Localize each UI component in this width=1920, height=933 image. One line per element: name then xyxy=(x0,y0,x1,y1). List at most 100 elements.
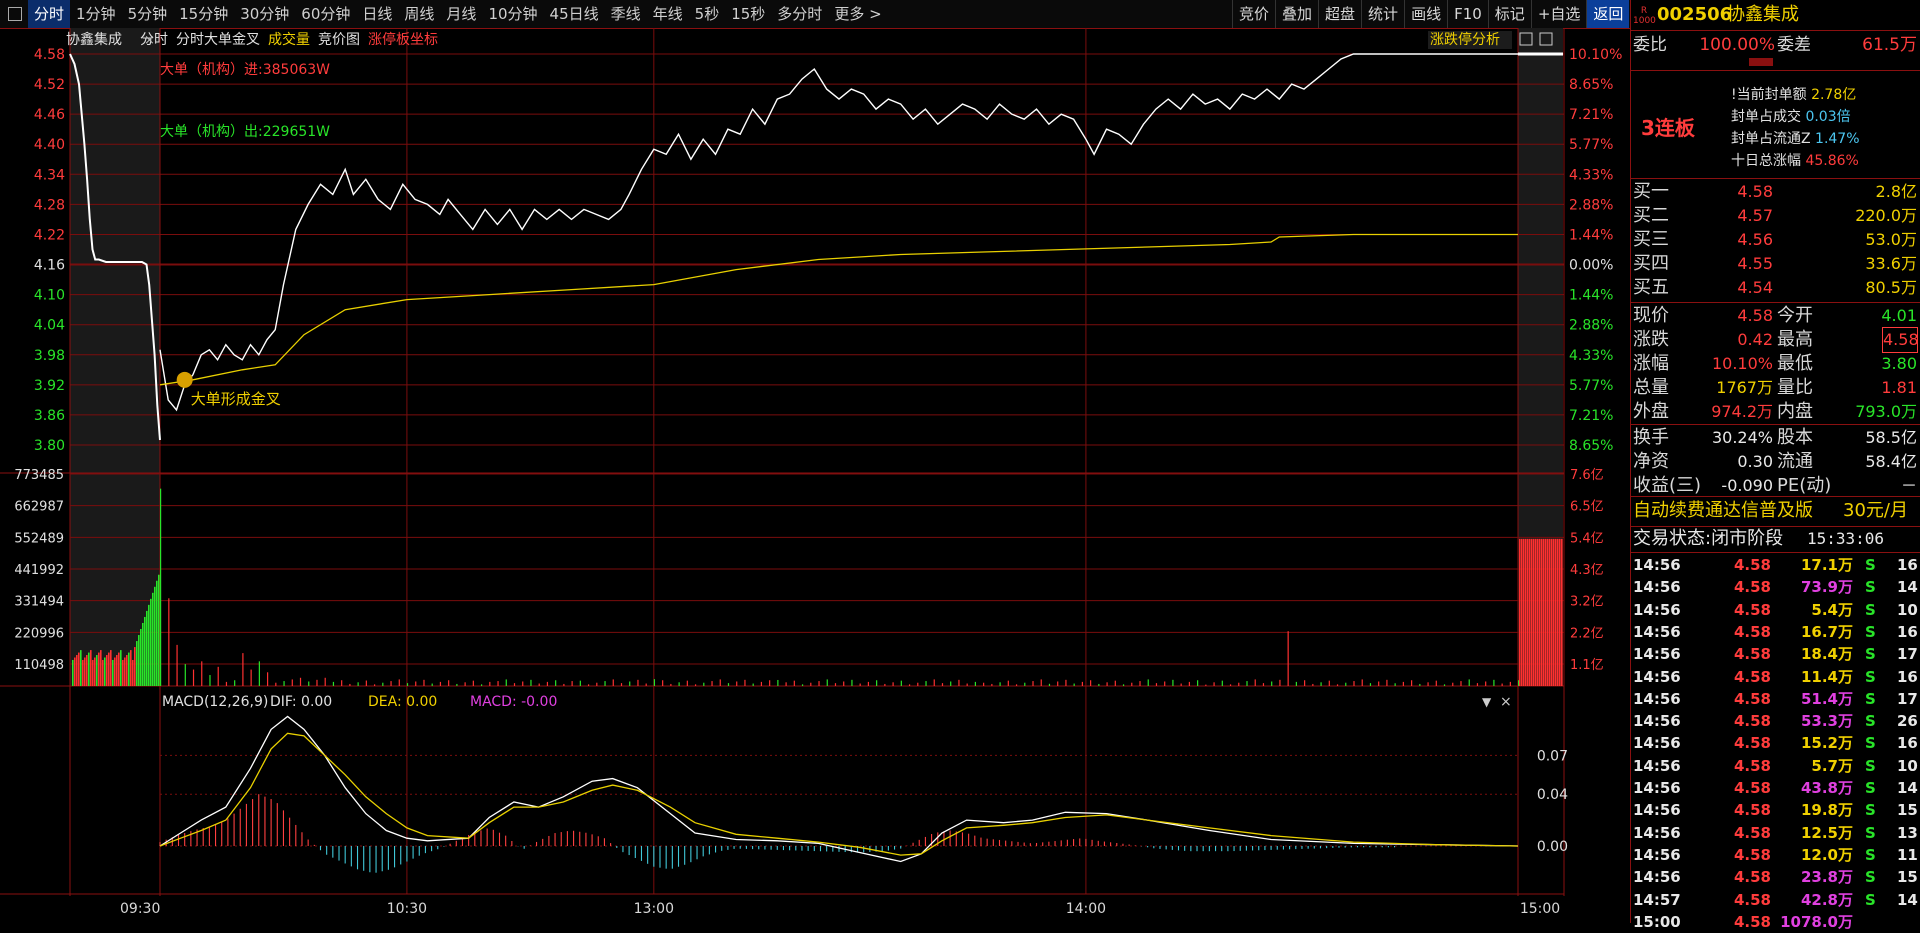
volume-bar xyxy=(1312,683,1314,686)
auction-volume-bar xyxy=(118,652,120,686)
volume-bar xyxy=(1139,681,1141,686)
tool-button[interactable]: 超盘 xyxy=(1318,0,1361,28)
close-icon: × xyxy=(1500,694,1512,710)
period-tab[interactable]: 年线 xyxy=(647,0,689,28)
volume-bar xyxy=(867,681,870,686)
bid-volume: 220.0万 xyxy=(1855,206,1917,225)
volume-bar xyxy=(686,680,688,686)
volume-bar xyxy=(472,680,474,686)
close-auction-volume-bar xyxy=(1545,538,1547,686)
period-tab[interactable]: 日线 xyxy=(356,0,398,28)
tick-volume: 12.5万 xyxy=(1800,823,1853,842)
volume-bar xyxy=(727,683,730,686)
volume-bar xyxy=(678,682,680,686)
price-line xyxy=(159,53,1518,412)
tick-count: 17 xyxy=(1897,689,1918,708)
auction-volume-bar xyxy=(130,650,132,686)
tick-volume: 19.8万 xyxy=(1800,801,1853,820)
stock-name[interactable]: 协鑫集成 xyxy=(1727,4,1799,26)
quote-row: 现价 4.58 今开 4.01 xyxy=(1631,304,1920,328)
period-tab[interactable]: 5分钟 xyxy=(122,0,174,28)
period-tab[interactable]: 45日线 xyxy=(544,0,605,28)
tick-time: 14:57 xyxy=(1633,890,1681,909)
close-auction-volume-bar xyxy=(1521,538,1523,686)
period-tab[interactable]: 60分钟 xyxy=(295,0,356,28)
volume-bar xyxy=(1271,681,1273,686)
volume-bar xyxy=(250,669,252,686)
volume-bar xyxy=(1090,680,1092,686)
tool-button[interactable]: 标记 xyxy=(1487,0,1531,28)
period-tab[interactable]: 月线 xyxy=(440,0,482,28)
tool-button[interactable]: 返回 xyxy=(1586,0,1630,28)
promo-text[interactable]: 自动续费通达信普及版 xyxy=(1633,500,1813,522)
volume-bar xyxy=(1345,682,1347,686)
period-tab[interactable]: 周线 xyxy=(398,0,440,28)
tick-volume: 43.8万 xyxy=(1800,779,1853,797)
auction-volume-bar xyxy=(126,655,128,686)
close-auction-volume-bar xyxy=(1539,538,1541,686)
tick-row: 14:56 4.58 12.0万 S 11 xyxy=(1631,844,1920,866)
collapse-icon[interactable] xyxy=(1749,58,1773,66)
quote-row: 换手 30.24% 股本 58.5亿 xyxy=(1631,426,1920,450)
volume-bar xyxy=(1155,683,1158,686)
volume-bar xyxy=(1048,683,1051,686)
period-tab[interactable]: 10分钟 xyxy=(482,0,543,28)
tick-side: S xyxy=(1865,667,1876,686)
volume-bar xyxy=(1238,682,1240,686)
volume-bar xyxy=(555,680,557,686)
volume-tick-label: 331494 xyxy=(14,595,64,610)
period-tab[interactable]: 更多 > xyxy=(828,0,887,28)
volume-bar xyxy=(373,684,376,686)
tick-volume: 73.9万 xyxy=(1800,578,1853,597)
macd-tick-label: 0.04 xyxy=(1537,787,1568,803)
volume-bar xyxy=(184,664,186,686)
time-axis-label: 14:00 xyxy=(1066,901,1106,917)
amount-tick-label: 3.2亿 xyxy=(1570,595,1604,610)
tick-count: 14 xyxy=(1897,779,1918,797)
volume-bar xyxy=(900,680,902,686)
period-tab[interactable]: 5秒 xyxy=(689,0,726,28)
tick-row: 14:56 4.58 19.8万 S 15 xyxy=(1631,799,1920,821)
tool-button[interactable]: 叠加 xyxy=(1275,0,1318,28)
tool-button[interactable]: 统计 xyxy=(1361,0,1404,28)
volume-bar xyxy=(1295,681,1297,686)
period-tab[interactable]: 分时 xyxy=(28,0,71,28)
quote-label: 外盘 xyxy=(1633,401,1669,422)
pct-tick-label: 2.88% xyxy=(1569,318,1613,334)
volume-bar xyxy=(1304,680,1306,686)
volume-bar xyxy=(653,679,656,686)
period-tab[interactable]: 1分钟 xyxy=(70,0,122,28)
volume-tick-label: 110498 xyxy=(14,658,64,673)
tick-time: 14:56 xyxy=(1633,622,1681,641)
tool-button[interactable]: +自选 xyxy=(1530,0,1587,28)
period-tab[interactable]: 30分钟 xyxy=(234,0,295,28)
seal-stat-value: 45.86% xyxy=(1801,153,1859,169)
volume-bar xyxy=(324,677,326,686)
price-tick-label: 4.28 xyxy=(34,197,65,213)
period-tab[interactable]: 季线 xyxy=(605,0,647,28)
tick-price: 4.58 xyxy=(1733,667,1771,686)
period-tab[interactable]: 多分时 xyxy=(771,0,828,28)
volume-bar xyxy=(983,682,985,686)
period-tab[interactable]: 15秒 xyxy=(725,0,771,28)
quote-value: 30.24% xyxy=(1711,428,1773,447)
close-auction-volume-bar xyxy=(1537,538,1539,686)
promo-price[interactable]: 30元/月 xyxy=(1843,500,1908,522)
quote-row: 净资 0.30 流通 58.4亿 xyxy=(1631,450,1920,474)
quote-value: 4.58 xyxy=(1882,327,1919,353)
price-tick-label: 4.04 xyxy=(34,318,65,334)
volume-bar xyxy=(571,681,573,686)
tool-button[interactable]: 竞价 xyxy=(1232,0,1275,28)
pct-tick-label: 0.00% xyxy=(1569,258,1613,274)
period-tab[interactable]: 15分钟 xyxy=(173,0,234,28)
tick-volume: 23.8万 xyxy=(1800,868,1853,887)
volume-tick-label: 552489 xyxy=(14,531,64,546)
volume-bar xyxy=(192,669,195,686)
tool-button[interactable]: 画线 xyxy=(1404,0,1447,28)
layout-icon[interactable] xyxy=(8,7,22,21)
volume-bar xyxy=(719,679,721,686)
auction-volume-bar xyxy=(158,574,160,686)
tool-button[interactable]: F10 xyxy=(1447,0,1488,28)
tick-count: 16 xyxy=(1897,556,1918,574)
quote-row: 涨跌 0.42 最高 4.58 xyxy=(1631,327,1920,353)
